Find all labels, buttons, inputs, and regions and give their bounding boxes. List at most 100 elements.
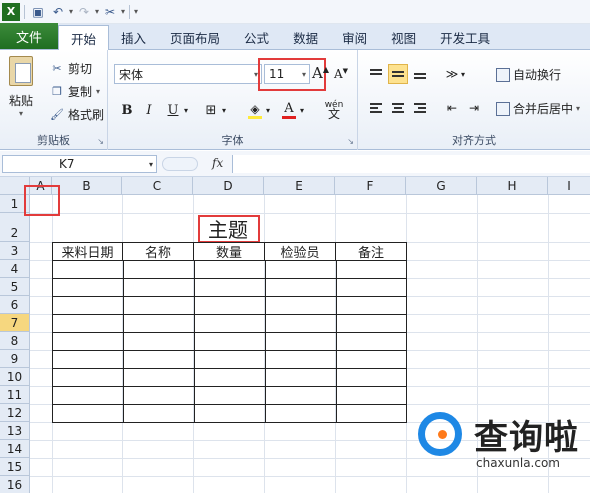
border-button[interactable]: ⊞ [202, 100, 220, 120]
clipboard-launcher-icon[interactable]: ↘ [97, 137, 104, 146]
merge-center-button[interactable]: 合并后居中 ▾ [496, 100, 580, 117]
undo-dropdown-icon[interactable]: ▾ [69, 7, 73, 16]
row-header-9[interactable]: 9 [0, 350, 30, 368]
highlight-box [198, 215, 260, 243]
row-header-8[interactable]: 8 [0, 332, 30, 350]
align-middle-icon [392, 69, 404, 79]
align-left-button[interactable] [366, 98, 386, 118]
font-color-button[interactable]: A [280, 100, 298, 120]
row-header-2[interactable]: 2 [0, 213, 30, 242]
decrease-indent-button[interactable]: ⇤ [442, 98, 462, 118]
row-header-6[interactable]: 6 [0, 296, 30, 314]
worksheet[interactable]: A B C D E F G H I 1 2 3 4 5 6 7 8 9 10 1… [0, 177, 590, 493]
fill-dropdown-icon[interactable]: ▾ [264, 100, 272, 120]
formula-input[interactable] [232, 155, 590, 173]
wrap-text-button[interactable]: 自动换行 [496, 66, 561, 83]
redo-icon[interactable]: ↷ [75, 3, 93, 21]
row-header-7[interactable]: 7 [0, 314, 30, 332]
column-header-i[interactable]: I [548, 177, 590, 195]
tab-insert[interactable]: 插入 [109, 25, 158, 49]
tab-formulas[interactable]: 公式 [232, 25, 281, 49]
formula-bar-handle[interactable] [162, 157, 198, 171]
row-header-12[interactable]: 12 [0, 404, 30, 422]
header-cell-inspector[interactable]: 检验员 [264, 242, 336, 261]
paint-bucket-icon: ◈ [250, 101, 260, 116]
column-header-e[interactable]: E [264, 177, 335, 195]
align-right-button[interactable] [410, 98, 430, 118]
row-header-13[interactable]: 13 [0, 422, 30, 440]
insert-function-icon[interactable]: fx [212, 156, 223, 170]
tab-developer[interactable]: 开发工具 [428, 25, 502, 49]
header-cell-date[interactable]: 来料日期 [52, 242, 123, 261]
name-box[interactable]: K7 ▾ [2, 155, 157, 173]
column-header-g[interactable]: G [406, 177, 477, 195]
font-group-label: 字体 [221, 134, 244, 147]
tab-file[interactable]: 文件 [0, 23, 58, 49]
tab-review[interactable]: 审阅 [330, 25, 379, 49]
name-box-value: K7 [59, 157, 75, 171]
tab-home[interactable]: 开始 [58, 25, 110, 50]
undo-icon[interactable]: ↶ [49, 3, 67, 21]
column-header-h[interactable]: H [477, 177, 548, 195]
align-center-button[interactable] [388, 98, 408, 118]
paste-button[interactable]: 粘贴 ▾ [6, 56, 36, 118]
grow-font-button[interactable]: A▲ [312, 64, 329, 82]
italic-button[interactable]: I [140, 100, 158, 120]
merge-dropdown-icon[interactable]: ▾ [576, 104, 580, 113]
row-header-3[interactable]: 3 [0, 242, 30, 260]
customize-dropdown-icon[interactable]: ▾ [121, 7, 125, 16]
watermark-logo-icon [418, 412, 462, 456]
font-color-dropdown-icon[interactable]: ▾ [298, 100, 306, 120]
align-top-icon [370, 69, 382, 79]
paste-icon [9, 56, 33, 86]
header-cell-remarks[interactable]: 备注 [335, 242, 407, 261]
row-header-14[interactable]: 14 [0, 440, 30, 458]
align-right-icon [414, 103, 426, 113]
align-middle-button[interactable] [388, 64, 408, 84]
save-icon[interactable]: ▣ [29, 3, 47, 21]
row-header-10[interactable]: 10 [0, 368, 30, 386]
shrink-font-button[interactable]: A▼ [334, 67, 348, 81]
more-commands-icon[interactable]: ▾ [134, 7, 138, 16]
fill-color-button[interactable]: ◈ [246, 100, 264, 120]
orientation-dropdown-icon[interactable]: ▾ [458, 64, 468, 84]
row-header-11[interactable]: 11 [0, 386, 30, 404]
wrap-text-label: 自动换行 [513, 68, 562, 82]
copy-dropdown-icon[interactable]: ▾ [96, 87, 100, 96]
row-header-15[interactable]: 15 [0, 458, 30, 476]
format-painter-label: 格式刷 [68, 108, 105, 122]
column-header-b[interactable]: B [52, 177, 122, 195]
increase-indent-button[interactable]: ⇥ [464, 98, 484, 118]
column-header-c[interactable]: C [122, 177, 193, 195]
underline-button[interactable]: U [164, 100, 182, 120]
tab-data[interactable]: 数据 [281, 25, 330, 49]
underline-dropdown-icon[interactable]: ▾ [182, 100, 190, 120]
row-header-16[interactable]: 16 [0, 476, 30, 493]
column-header-f[interactable]: F [335, 177, 406, 195]
customize-icon[interactable]: ✂ [101, 3, 119, 21]
bold-button[interactable]: B [118, 100, 136, 120]
merge-center-label: 合并后居中 [513, 102, 574, 116]
font-launcher-icon[interactable]: ↘ [347, 137, 354, 146]
paste-dropdown-icon[interactable]: ▾ [6, 109, 36, 118]
watermark: 查询啦 chaxunla.com [412, 408, 590, 470]
redo-dropdown-icon[interactable]: ▾ [95, 7, 99, 16]
merge-center-icon [496, 101, 510, 116]
align-top-button[interactable] [366, 64, 386, 84]
font-name-select[interactable]: 宋体 ▾ [114, 64, 262, 84]
header-cell-quantity[interactable]: 数量 [193, 242, 265, 261]
border-dropdown-icon[interactable]: ▾ [220, 100, 228, 120]
header-cell-name[interactable]: 名称 [122, 242, 194, 261]
row-header-4[interactable]: 4 [0, 260, 30, 278]
tab-page-layout[interactable]: 页面布局 [158, 25, 232, 49]
column-header-d[interactable]: D [193, 177, 264, 195]
copy-button[interactable]: ❐ 复制 ▾ [50, 83, 100, 100]
cut-button[interactable]: ✂ 剪切 [50, 60, 92, 77]
formula-bar: K7 ▾ fx [0, 151, 590, 177]
phonetic-button[interactable]: wén 文 [322, 100, 346, 121]
table-body[interactable] [52, 260, 407, 423]
format-painter-button[interactable]: 🖌 格式刷 [50, 106, 104, 123]
tab-view[interactable]: 视图 [379, 25, 428, 49]
row-header-5[interactable]: 5 [0, 278, 30, 296]
align-bottom-button[interactable] [410, 64, 430, 84]
